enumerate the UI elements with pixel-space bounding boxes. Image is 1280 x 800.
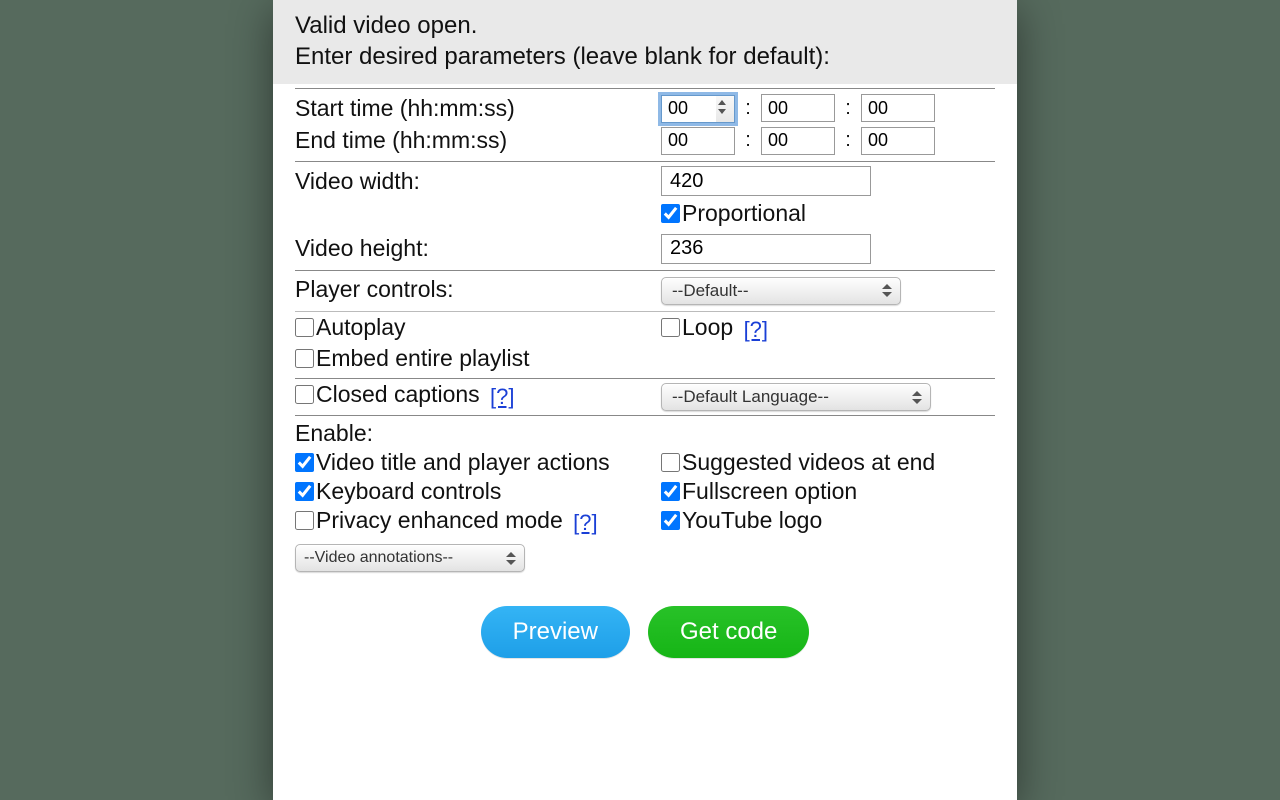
video-width-input[interactable] — [661, 166, 871, 196]
autoplay-checkbox-input[interactable] — [295, 318, 314, 337]
embed-playlist-checkbox[interactable]: Embed entire playlist — [295, 345, 530, 373]
closed-captions-label: Closed captions — [316, 381, 480, 409]
cc-language-value: --Default Language-- — [672, 387, 829, 407]
colon-separator: : — [839, 97, 857, 120]
end-time-label: End time (hh:mm:ss) — [295, 127, 661, 154]
keyboard-controls-label: Keyboard controls — [316, 478, 501, 506]
embed-playlist-label: Embed entire playlist — [316, 345, 530, 373]
closed-captions-checkbox[interactable]: Closed captions — [295, 381, 480, 409]
youtube-logo-checkbox[interactable]: YouTube logo — [661, 507, 822, 535]
colon-separator: : — [739, 129, 757, 152]
closed-captions-checkbox-input[interactable] — [295, 385, 314, 404]
video-title-actions-label: Video title and player actions — [316, 449, 610, 477]
video-annotations-select[interactable]: --Video annotations-- — [295, 544, 525, 572]
fullscreen-option-checkbox-input[interactable] — [661, 482, 680, 501]
fullscreen-option-checkbox[interactable]: Fullscreen option — [661, 478, 857, 506]
autoplay-checkbox[interactable]: Autoplay — [295, 314, 406, 342]
loop-checkbox[interactable]: Loop — [661, 314, 733, 342]
chevron-up-down-icon — [882, 282, 894, 300]
proportional-checkbox-input[interactable] — [661, 204, 680, 223]
suggested-videos-checkbox-input[interactable] — [661, 453, 680, 472]
header-line-1: Valid video open. — [295, 10, 995, 41]
chevron-up-down-icon — [912, 388, 924, 406]
video-annotations-value: --Video annotations-- — [304, 549, 453, 567]
player-controls-label: Player controls: — [295, 276, 661, 303]
header-line-2: Enter desired parameters (leave blank fo… — [295, 41, 995, 72]
end-time-mm-input[interactable] — [761, 127, 835, 155]
end-time-hh-input[interactable] — [661, 127, 735, 155]
enable-heading: Enable: — [295, 420, 373, 447]
preview-button[interactable]: Preview — [481, 606, 630, 658]
privacy-mode-help-link[interactable]: [?] — [573, 510, 597, 535]
start-time-label: Start time (hh:mm:ss) — [295, 95, 661, 122]
colon-separator: : — [839, 129, 857, 152]
start-time-ss-input[interactable] — [861, 94, 935, 122]
embed-playlist-checkbox-input[interactable] — [295, 349, 314, 368]
keyboard-controls-checkbox-input[interactable] — [295, 482, 314, 501]
suggested-videos-checkbox[interactable]: Suggested videos at end — [661, 449, 935, 477]
loop-checkbox-input[interactable] — [661, 318, 680, 337]
keyboard-controls-checkbox[interactable]: Keyboard controls — [295, 478, 501, 506]
proportional-checkbox[interactable]: Proportional — [661, 200, 806, 228]
video-title-actions-checkbox[interactable]: Video title and player actions — [295, 449, 610, 477]
cc-language-select[interactable]: --Default Language-- — [661, 383, 931, 411]
youtube-logo-label: YouTube logo — [682, 507, 822, 535]
start-time-mm-input[interactable] — [761, 94, 835, 122]
start-time-hh-input[interactable] — [661, 95, 735, 123]
chevron-up-down-icon — [506, 549, 518, 567]
privacy-mode-checkbox-input[interactable] — [295, 511, 314, 530]
privacy-mode-label: Privacy enhanced mode — [316, 507, 563, 535]
panel-header: Valid video open. Enter desired paramete… — [273, 0, 1017, 84]
loop-label: Loop — [682, 314, 733, 342]
player-controls-value: --Default-- — [672, 281, 749, 301]
video-width-label: Video width: — [295, 168, 661, 195]
loop-help-link[interactable]: [?] — [744, 317, 768, 342]
get-code-button[interactable]: Get code — [648, 606, 809, 658]
end-time-ss-input[interactable] — [861, 127, 935, 155]
privacy-mode-checkbox[interactable]: Privacy enhanced mode — [295, 507, 563, 535]
fullscreen-option-label: Fullscreen option — [682, 478, 857, 506]
embed-parameters-panel: Valid video open. Enter desired paramete… — [273, 0, 1017, 800]
autoplay-label: Autoplay — [316, 314, 406, 342]
player-controls-select[interactable]: --Default-- — [661, 277, 901, 305]
colon-separator: : — [739, 97, 757, 120]
youtube-logo-checkbox-input[interactable] — [661, 511, 680, 530]
closed-captions-help-link[interactable]: [?] — [490, 384, 514, 409]
suggested-videos-label: Suggested videos at end — [682, 449, 935, 477]
proportional-label: Proportional — [682, 200, 806, 228]
video-title-actions-checkbox-input[interactable] — [295, 453, 314, 472]
video-height-input[interactable] — [661, 234, 871, 264]
video-height-label: Video height: — [295, 235, 661, 262]
